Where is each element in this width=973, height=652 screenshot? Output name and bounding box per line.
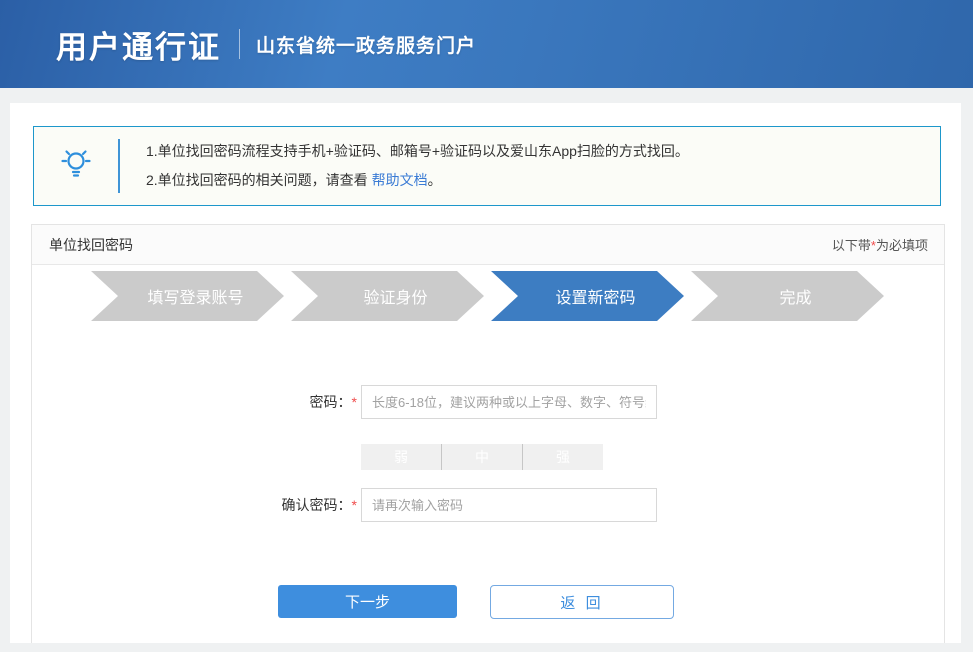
- help-doc-link[interactable]: 帮助文档: [372, 172, 428, 188]
- step-complete: 完成: [691, 271, 884, 321]
- tip-line-2-text: 2.单位找回密码的相关问题，请查看: [146, 172, 372, 188]
- brand-divider: [239, 29, 240, 59]
- panel-title: 单位找回密码: [49, 235, 133, 255]
- strength-medium: 中: [442, 444, 523, 470]
- brand: 用户通行证 山东省统一政务服务门户: [56, 22, 476, 67]
- confirm-required-asterisk: *: [352, 497, 357, 513]
- password-strength-meter: 弱 中 强: [361, 444, 603, 470]
- step-verify-identity: 验证身份: [291, 271, 484, 321]
- next-step-button[interactable]: 下一步: [278, 585, 457, 618]
- required-note-suffix: 为必填项: [876, 238, 928, 253]
- tip-box: 1.单位找回密码流程支持手机+验证码、邮箱号+验证码以及爱山东App扫脸的方式找…: [33, 126, 941, 206]
- step-fill-account: 填写登录账号: [91, 271, 284, 321]
- confirm-password-row: 确认密码：*: [32, 488, 944, 522]
- lightbulb-icon: [58, 146, 94, 187]
- required-note-prefix: 以下带: [832, 238, 871, 253]
- tip-line-1: 1.单位找回密码流程支持手机+验证码、邮箱号+验证码以及爱山东App扫脸的方式找…: [146, 137, 689, 166]
- button-row: 下一步 返 回: [278, 585, 944, 619]
- confirm-password-label: 确认密码：*: [32, 495, 357, 515]
- step-progress-bar: 填写登录账号 验证身份 设置新密码 完成: [91, 271, 944, 321]
- strength-weak: 弱: [361, 444, 442, 470]
- back-button[interactable]: 返 回: [490, 585, 674, 619]
- password-required-asterisk: *: [352, 394, 357, 410]
- strength-strong: 强: [523, 444, 603, 470]
- password-label: 密码：*: [32, 392, 357, 412]
- confirm-password-input[interactable]: [361, 488, 657, 522]
- password-recovery-panel: 单位找回密码 以下带*为必填项 填写登录账号 验证身份 设置新密码 完成 密码：…: [31, 224, 945, 643]
- required-note: 以下带*为必填项: [832, 235, 928, 254]
- tip-icon-cell: [34, 146, 118, 187]
- brand-subtitle: 山东省统一政务服务门户: [256, 31, 476, 58]
- tip-text: 1.单位找回密码流程支持手机+验证码、邮箱号+验证码以及爱山东App扫脸的方式找…: [120, 137, 689, 195]
- page-header: 用户通行证 山东省统一政务服务门户: [0, 0, 973, 88]
- panel-header: 单位找回密码 以下带*为必填项: [32, 225, 944, 265]
- password-label-text: 密码：: [310, 394, 352, 410]
- tip-line-2: 2.单位找回密码的相关问题，请查看 帮助文档。: [146, 166, 689, 195]
- password-row: 密码：*: [32, 385, 944, 419]
- tip-line-2-period: 。: [428, 172, 442, 188]
- confirm-password-label-text: 确认密码：: [282, 497, 352, 513]
- content-card: 1.单位找回密码流程支持手机+验证码、邮箱号+验证码以及爱山东App扫脸的方式找…: [10, 103, 961, 643]
- brand-title: 用户通行证: [56, 22, 221, 67]
- password-input[interactable]: [361, 385, 657, 419]
- step-set-new-password: 设置新密码: [491, 271, 684, 321]
